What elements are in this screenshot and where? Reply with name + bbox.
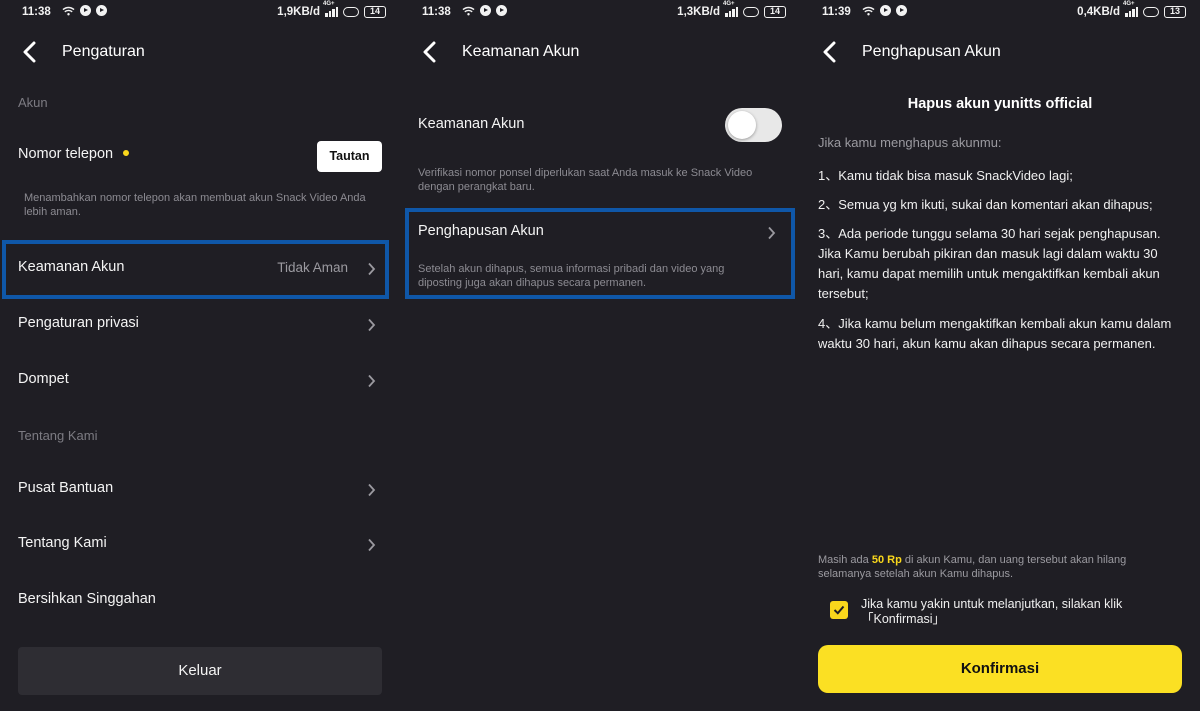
account-security-label: Keamanan Akun (418, 116, 525, 132)
wifi-icon (862, 6, 875, 15)
wallet-row[interactable]: Dompet (0, 357, 400, 405)
settings-screen: 11:38 1,9KB/d 4G+ 14 Pengaturan Akun Nom… (0, 0, 400, 711)
wifi-icon (462, 6, 475, 15)
checkmark-icon (833, 605, 845, 615)
media-icon (80, 5, 91, 16)
status-time: 11:38 (422, 6, 451, 18)
media-icon (496, 5, 507, 16)
back-arrow-icon[interactable] (20, 41, 40, 63)
confirm-button[interactable]: Konfirmasi (818, 645, 1182, 693)
battery-icon: 14 (764, 6, 786, 18)
back-arrow-icon[interactable] (820, 41, 840, 63)
deletion-item-2: 2、Semua yg km ikuti, sukai dan komentari… (818, 197, 1153, 212)
signal-icon: 4G+ (1123, 1, 1138, 17)
help-center-row[interactable]: Pusat Bantuan (0, 466, 400, 514)
network-type: 4G+ (723, 1, 735, 7)
balance-amount: 50 Rp (871, 554, 902, 566)
chevron-right-icon (368, 318, 376, 332)
hotspot-icon (1143, 7, 1159, 17)
header: Keamanan Akun (400, 36, 800, 68)
media-icon (880, 5, 891, 16)
page-title: Pengaturan (62, 43, 145, 60)
network-speed: 1,3KB/d (677, 6, 720, 18)
clear-cache-label: Bersihkan Singgahan (18, 591, 156, 607)
balance-note: Masih ada 50 Rp di akun Kamu, dan uang t… (818, 553, 1156, 581)
notification-dot (123, 150, 130, 157)
status-bar: 11:38 1,9KB/d 4G+ 14 (22, 1, 386, 22)
deletion-item-4: 4、Jika kamu belum mengaktifkan kembali a… (818, 316, 1172, 351)
status-time: 11:39 (822, 6, 851, 18)
phone-description: Menambahkan nomor telepon akan membuat a… (24, 192, 366, 218)
help-center-label: Pusat Bantuan (18, 480, 114, 496)
chevron-right-icon (368, 538, 376, 552)
page-title: Keamanan Akun (462, 43, 580, 60)
status-time: 11:38 (22, 6, 51, 18)
hotspot-icon (743, 7, 759, 17)
confirm-checkbox[interactable] (830, 601, 848, 619)
network-type: 4G+ (323, 1, 335, 7)
clear-cache-row[interactable]: Bersihkan Singgahan (0, 577, 400, 625)
network-speed: 0,4KB/d (1077, 6, 1120, 18)
highlight-box (405, 208, 795, 299)
about-us-label: Tentang Kami (18, 535, 107, 551)
confirm-instruction: Jika kamu yakin untuk melanjutkan, silak… (861, 597, 1123, 626)
phone-number-text: Nomor telepon (18, 146, 114, 162)
status-bar: 11:38 1,3KB/d 4G+ 14 (422, 1, 786, 22)
hotspot-icon (343, 7, 359, 17)
deletion-heading: Hapus akun yunitts official (907, 96, 1093, 112)
section-label-akun: Akun (18, 95, 48, 110)
deletion-item-1: 1、Kamu tidak bisa masuk SnackVideo lagi; (818, 168, 1073, 183)
media-icon (896, 5, 907, 16)
header: Pengaturan (0, 36, 400, 68)
toggle-knob (728, 111, 756, 139)
logout-button[interactable]: Keluar (18, 647, 382, 695)
chevron-right-icon (368, 483, 376, 497)
highlight-box (2, 240, 389, 299)
signal-icon: 4G+ (723, 1, 738, 17)
balance-note-pre: Masih ada (818, 554, 869, 566)
section-label-about: Tentang Kami (18, 428, 98, 443)
security-description: Verifikasi nomor ponsel diperlukan saat … (418, 167, 753, 193)
account-security-screen: 11:38 1,3KB/d 4G+ 14 Keamanan Akun Keama… (400, 0, 800, 711)
account-security-toggle[interactable] (725, 108, 782, 142)
deletion-intro: Jika kamu menghapus akunmu: (818, 135, 1002, 150)
network-speed: 1,9KB/d (277, 6, 320, 18)
privacy-settings-row[interactable]: Pengaturan privasi (0, 301, 400, 349)
signal-icon: 4G+ (323, 1, 338, 17)
phone-number-label: Nomor telepon (18, 146, 130, 162)
wifi-icon (62, 6, 75, 15)
wallet-label: Dompet (18, 371, 69, 387)
battery-icon: 14 (364, 6, 386, 18)
battery-icon: 13 (1164, 6, 1186, 18)
about-us-row[interactable]: Tentang Kami (0, 521, 400, 569)
media-icon (96, 5, 107, 16)
network-type: 4G+ (1123, 1, 1135, 7)
back-arrow-icon[interactable] (420, 41, 440, 63)
chevron-right-icon (368, 374, 376, 388)
account-deletion-screen: 11:39 0,4KB/d 4G+ 13 Penghapusan Akun Ha… (800, 0, 1200, 711)
header: Penghapusan Akun (800, 36, 1200, 68)
link-phone-button[interactable]: Tautan (317, 141, 382, 172)
status-bar: 11:39 0,4KB/d 4G+ 13 (822, 1, 1186, 22)
privacy-settings-label: Pengaturan privasi (18, 315, 139, 331)
media-icon (480, 5, 491, 16)
deletion-item-3: 3、Ada periode tunggu selama 30 hari seja… (818, 226, 1161, 301)
page-title: Penghapusan Akun (862, 43, 1001, 60)
